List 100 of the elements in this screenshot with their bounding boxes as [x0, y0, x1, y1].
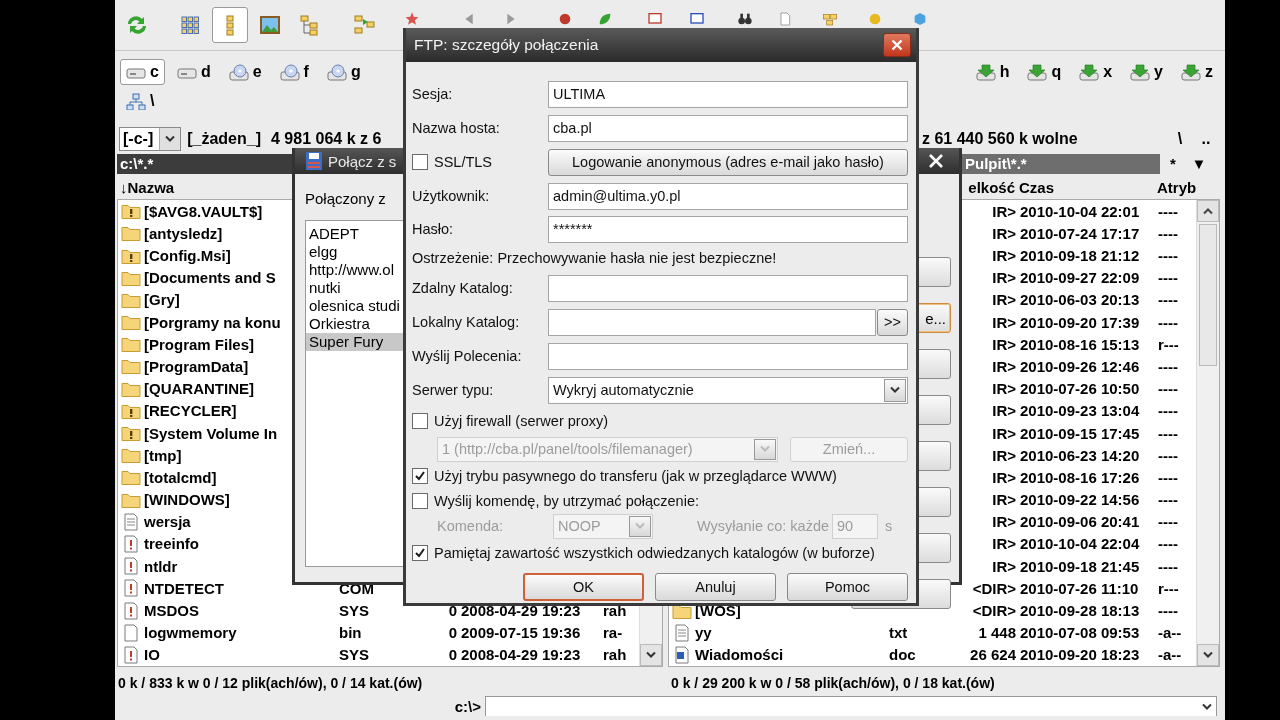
checkbox-label: Użyj firewall (serwer proxy): [434, 413, 609, 429]
file-date: 2010-09-28 18:13: [1020, 602, 1140, 620]
file-size: IR>: [992, 224, 1016, 242]
file-size: IR>: [992, 535, 1016, 553]
file-attributes: r---: [1158, 335, 1179, 353]
file-attributes: ----: [1158, 380, 1178, 398]
field-label: Zdalny Katalog:: [412, 280, 513, 296]
file-attributes: ----: [1158, 291, 1178, 309]
file-date: 2010-09-18 21:45: [1020, 557, 1140, 575]
path-text: c:\*.*: [120, 155, 154, 173]
file-attributes: rah: [603, 646, 627, 664]
file-size: 26 624: [970, 646, 1016, 664]
file-attributes: rah: [603, 602, 627, 620]
status-text: 0 k / 833 k w 0 / 12 plik(ach/ów), 0 / 14 kat.(ów): [117, 675, 424, 691]
volume-label: [_żaden_]: [187, 130, 261, 148]
file-size: 0: [448, 646, 457, 664]
field-label: Nazwa hosta:: [412, 120, 500, 136]
file-size: IR>: [992, 380, 1016, 398]
file-size: IR>: [992, 402, 1016, 420]
file-date: 2010-09-20 17:39: [1020, 313, 1140, 331]
path-text: Pulpit\*.*: [965, 155, 1027, 173]
file-attributes: ----: [1158, 357, 1178, 375]
file-date: 2010-06-03 20:13: [1020, 291, 1140, 309]
file-date: 2008-04-29 19:23: [461, 602, 581, 620]
file-date: 2010-09-23 13:04: [1020, 402, 1140, 420]
file-attributes: ----: [1158, 446, 1178, 464]
file-size: 1 448: [978, 624, 1016, 642]
status-text: 0 k / 29 200 k w 0 / 58 plik(ach/ów), 0 / 18 kat.(ów): [670, 675, 996, 691]
file-size: IR>: [992, 446, 1016, 464]
field-label: Serwer typu:: [412, 382, 494, 398]
file-attributes: ----: [1158, 402, 1178, 420]
file-date: 2010-07-08 09:53: [1020, 624, 1140, 642]
file-attributes: ra-: [603, 624, 623, 642]
command-prompt: c:\>: [453, 697, 482, 715]
file-size: IR>: [992, 513, 1016, 531]
file-attributes: ----: [1158, 202, 1178, 220]
checkbox-label: SSL/TLS: [434, 154, 493, 170]
file-date: 2010-09-27 22:09: [1020, 269, 1140, 287]
file-attributes: ----: [1158, 313, 1178, 331]
file-size: <DIR>: [972, 602, 1016, 620]
file-size: IR>: [992, 424, 1016, 442]
file-attributes: ----: [1158, 491, 1178, 509]
file-date: 2010-08-16 15:13: [1020, 335, 1140, 353]
file-size: <DIR>: [972, 579, 1016, 597]
field-label: Sesja:: [412, 86, 453, 102]
file-extension: bin: [339, 624, 362, 642]
list-label: Połączony z: [305, 190, 386, 209]
field-label: Komenda:: [437, 518, 505, 534]
file-date: 2010-09-18 21:12: [1020, 247, 1140, 265]
file-size: IR>: [992, 468, 1016, 486]
file-attributes: -a--: [1158, 624, 1182, 642]
field-label: Lokalny Katalog:: [412, 314, 520, 330]
file-size: IR>: [992, 557, 1016, 575]
file-extension: txt: [889, 624, 908, 642]
file-date: 2010-09-06 20:41: [1020, 513, 1140, 531]
file-date: 2010-10-04 22:04: [1020, 535, 1140, 553]
file-extension: doc: [889, 646, 916, 664]
field-label: Hasło:: [412, 221, 454, 237]
file-attributes: ----: [1158, 424, 1178, 442]
checkbox-label: Pamiętaj zawartość wszystkich odwiedzanych katalogów (w buforze): [434, 545, 875, 561]
free-space: 4 981 064 k z 6: [271, 130, 382, 148]
file-date: 2010-07-26 11:10: [1020, 579, 1139, 597]
file-size: IR>: [992, 269, 1016, 287]
file-size: IR>: [992, 335, 1016, 353]
file-date: 2008-04-29 19:23: [461, 646, 581, 664]
file-attributes: ----: [1158, 557, 1178, 575]
file-size: IR>: [992, 291, 1016, 309]
file-date: 2010-07-26 10:50: [1020, 380, 1140, 398]
file-date: 2010-09-26 12:46: [1020, 357, 1140, 375]
file-date: 2010-09-15 17:45: [1020, 424, 1140, 442]
file-size: IR>: [992, 247, 1016, 265]
file-attributes: -a--: [1158, 646, 1182, 664]
window-title: FTP: szczegóły połączenia: [414, 36, 599, 54]
file-size: IR>: [992, 313, 1016, 331]
field-label: Wysyłanie co: każde: [697, 518, 830, 534]
file-size: 0: [448, 624, 457, 642]
file-attributes: ----: [1158, 468, 1178, 486]
file-attributes: ----: [1158, 224, 1178, 242]
file-attributes: ----: [1158, 602, 1178, 620]
warning-text: Ostrzeżenie: Przechowywanie hasła nie jest bezpieczne!: [412, 250, 777, 266]
field-label: Użytkownik:: [412, 188, 490, 204]
file-attributes: ----: [1158, 269, 1178, 287]
file-date: 2010-08-16 17:26: [1020, 468, 1140, 486]
file-attributes: ----: [1158, 247, 1178, 265]
file-size: 0: [448, 602, 457, 620]
checkbox-label: Wyślij komendę, by utrzymać połączenie:: [434, 493, 699, 509]
file-size: IR>: [992, 491, 1016, 509]
file-date: 2010-09-22 14:56: [1020, 491, 1140, 509]
field-label: Wyślij Polecenia:: [412, 348, 522, 364]
unit-label: s: [885, 518, 893, 534]
window-title: Połącz z s: [328, 152, 397, 170]
file-extension: SYS: [339, 602, 369, 620]
file-attributes: r---: [1158, 579, 1179, 597]
file-date: 2010-09-20 18:23: [1020, 646, 1140, 664]
file-size: IR>: [992, 202, 1016, 220]
file-attributes: ----: [1158, 535, 1178, 553]
checkbox-label: Użyj trybu pasywnego do transferu (jak w przeglądarce WWW): [434, 468, 837, 484]
file-extension: SYS: [339, 646, 369, 664]
free-space: z 61 440 560 k wolne: [922, 130, 1078, 148]
file-date: 2010-10-04 22:01: [1020, 202, 1140, 220]
